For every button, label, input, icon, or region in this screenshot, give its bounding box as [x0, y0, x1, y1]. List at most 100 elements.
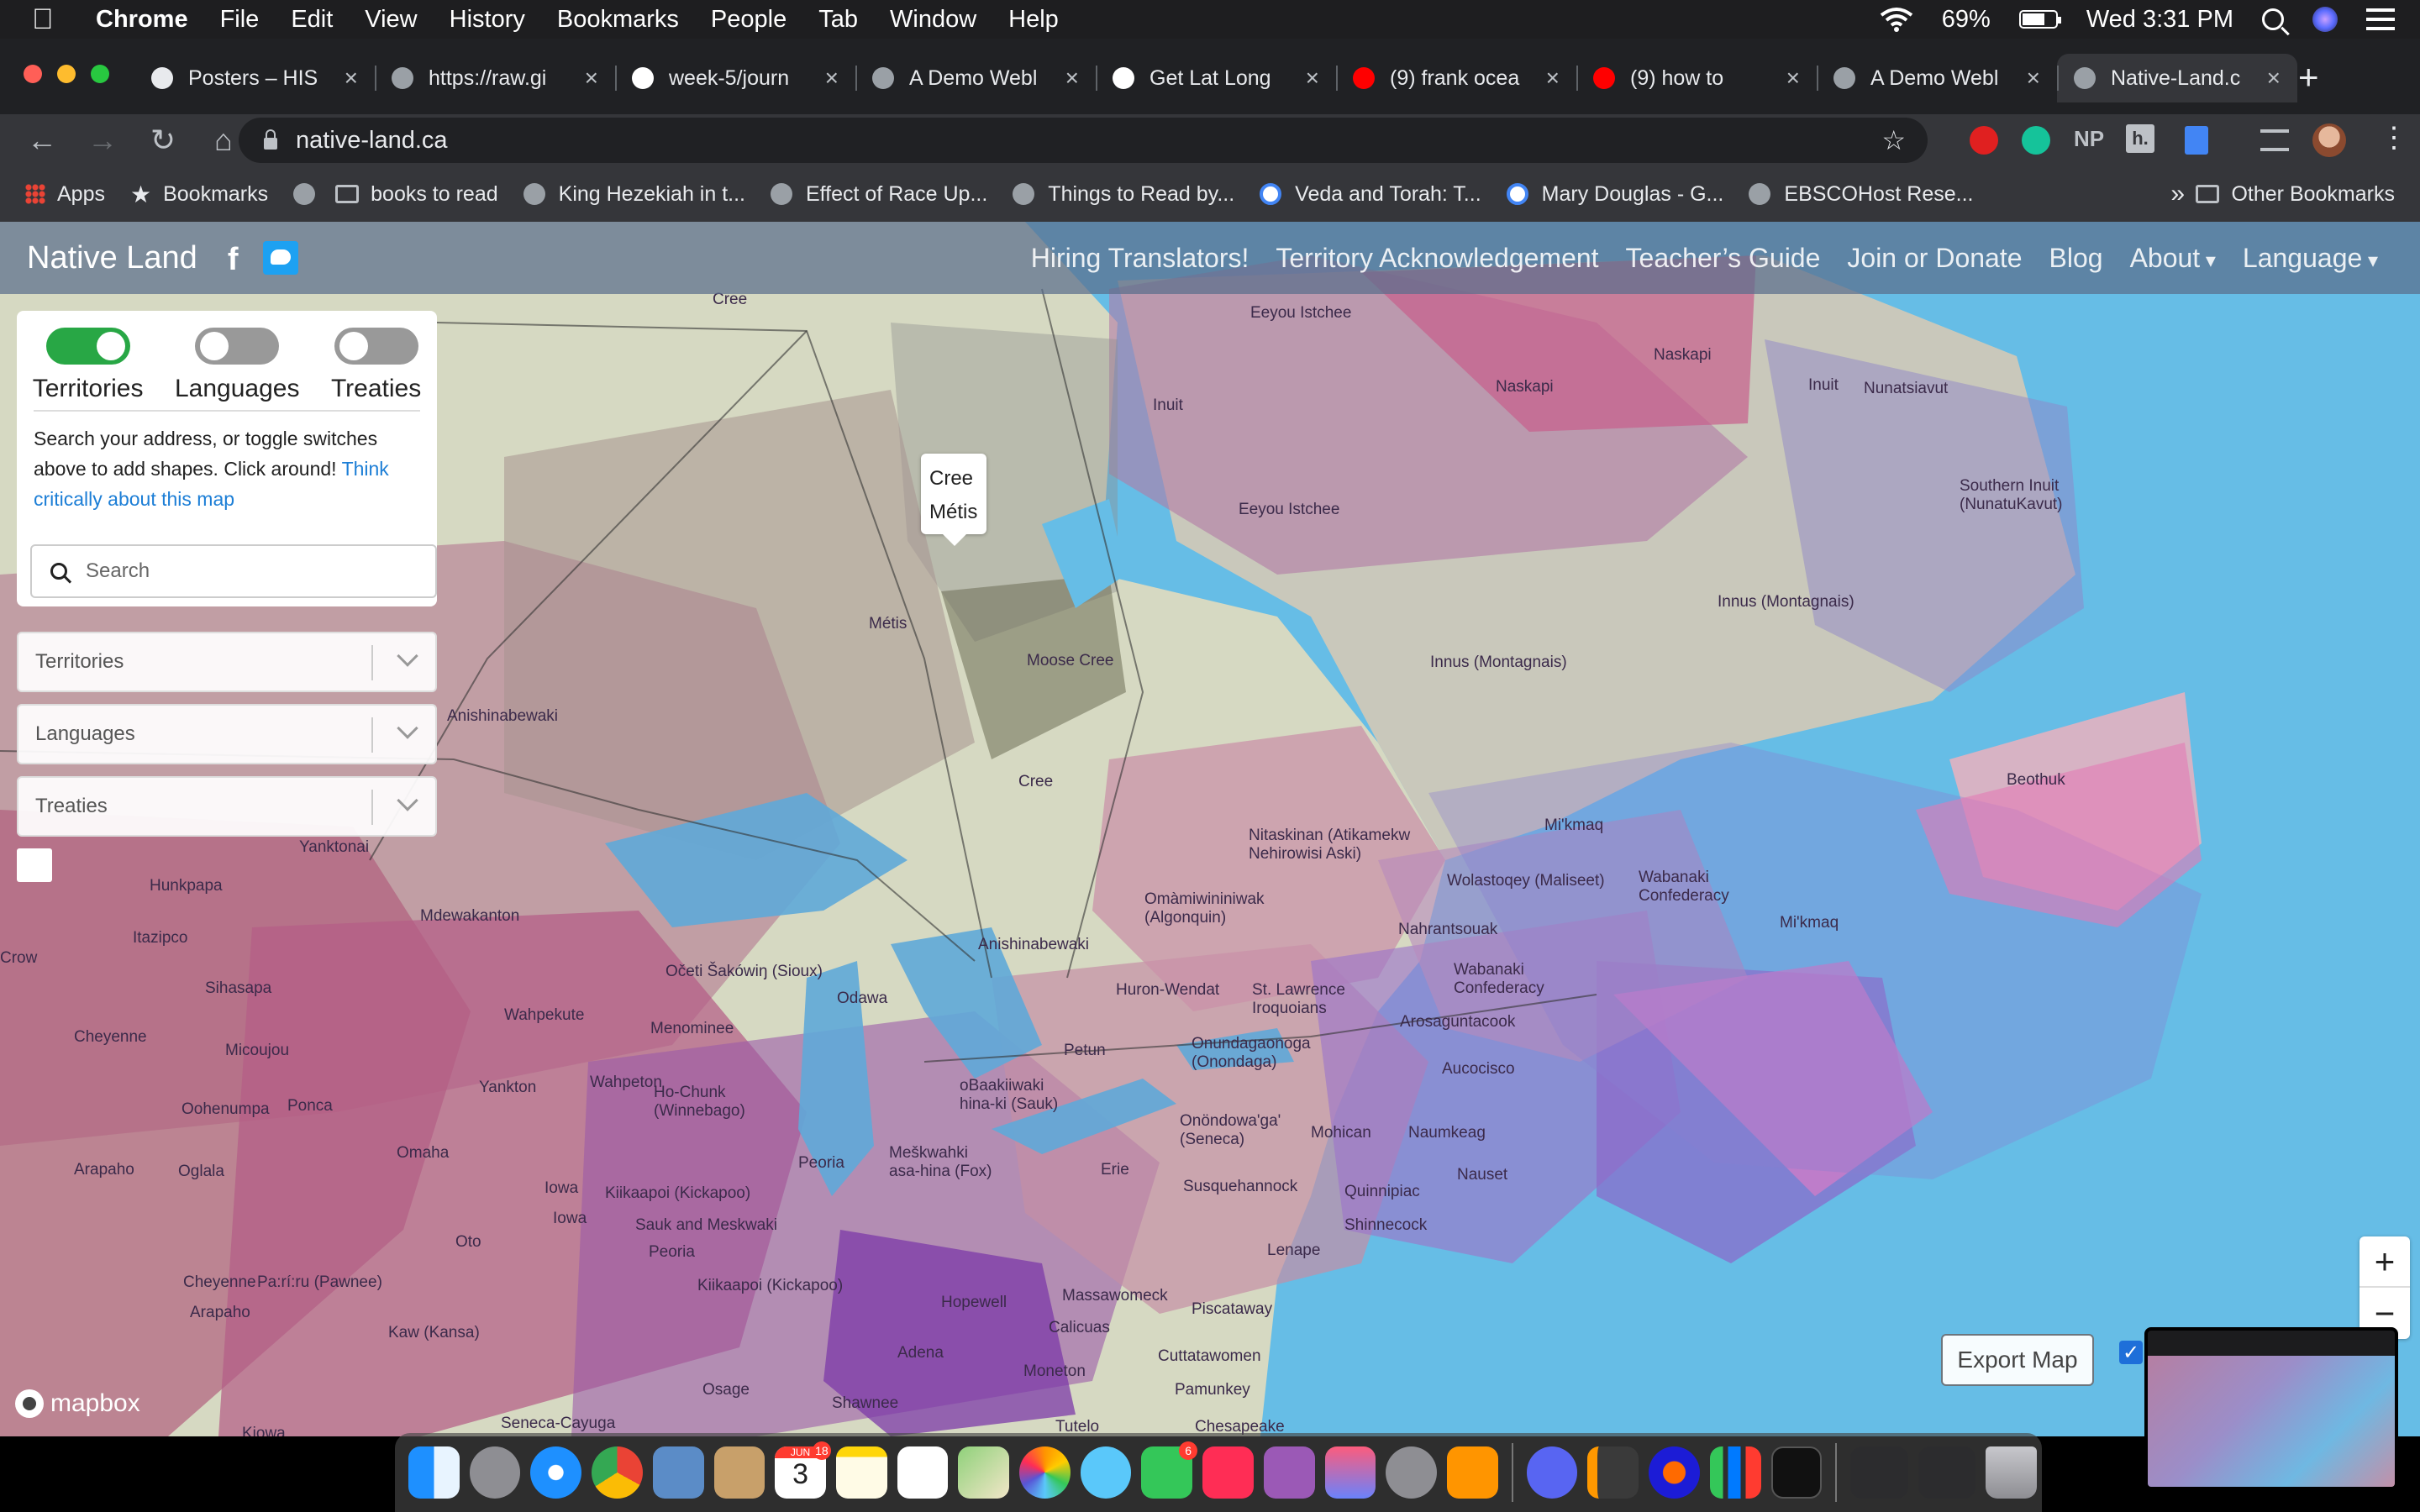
contacts-icon[interactable] — [713, 1446, 765, 1499]
territories-switch[interactable] — [45, 328, 130, 365]
map-label[interactable]: Yanktonai — [299, 838, 369, 857]
map-label[interactable]: Iowa — [553, 1210, 587, 1228]
site-brand[interactable]: Native Land — [27, 240, 197, 276]
books-icon[interactable] — [1446, 1446, 1498, 1499]
map-label[interactable]: Omàmiwininiwak (Algonquin) — [1144, 890, 1279, 927]
map-label[interactable]: Arosaguntacook — [1400, 1013, 1515, 1032]
map-label[interactable]: oBaakiiwaki hina-ki (Sauk) — [960, 1077, 1069, 1114]
chevron-down-icon[interactable] — [397, 790, 418, 811]
spotlight-icon[interactable] — [2262, 8, 2284, 30]
menu-tab[interactable]: Tab — [818, 6, 858, 34]
finder-icon[interactable] — [408, 1446, 460, 1499]
map-label[interactable]: Iowa — [544, 1179, 578, 1198]
tab-close-icon[interactable]: × — [2267, 65, 2281, 92]
map-checkbox[interactable]: ✓ — [2119, 1341, 2143, 1364]
map-label[interactable]: Susquehannock — [1183, 1178, 1297, 1196]
toggle-territories[interactable]: Territories — [33, 328, 143, 403]
home-icon[interactable]: ⌂ — [205, 123, 242, 158]
podcasts-icon[interactable] — [1263, 1446, 1315, 1499]
minimized-window-icon[interactable] — [1918, 1446, 1976, 1499]
music-icon[interactable] — [1324, 1446, 1376, 1499]
menu-app-name[interactable]: Chrome — [96, 6, 188, 34]
map-label[interactable]: Eeyou Istchee — [1239, 501, 1339, 519]
window-zoom-button[interactable] — [91, 65, 109, 83]
news-icon[interactable] — [1202, 1446, 1254, 1499]
window-close-button[interactable] — [24, 65, 42, 83]
adblock-extension-icon[interactable] — [1970, 126, 1998, 155]
map-label[interactable]: Ponca — [287, 1097, 333, 1116]
menu-history[interactable]: History — [450, 6, 525, 34]
map-label[interactable]: Nahrantsouak — [1398, 921, 1497, 939]
np-extension-icon[interactable]: NP — [2074, 126, 2104, 152]
bookmark-bookmarks[interactable]: ★ Bookmarks — [130, 181, 268, 208]
map-label[interactable]: Quinnipiac — [1344, 1183, 1420, 1201]
mapbox-attribution[interactable]: mapbox — [15, 1389, 140, 1418]
map-label[interactable]: Arapaho — [74, 1161, 134, 1179]
map-label[interactable]: Cheyenne — [183, 1273, 256, 1292]
map-label[interactable]: Micoujou — [225, 1042, 289, 1060]
browser-tab[interactable]: A Demo Webl × — [1817, 54, 2057, 102]
profile-avatar[interactable] — [2312, 123, 2346, 157]
browser-tab[interactable]: Get Lat Long × — [1096, 54, 1336, 102]
tab-close-icon[interactable]: × — [1306, 65, 1319, 92]
terminal-icon[interactable] — [1770, 1446, 1823, 1499]
facebook-icon[interactable]: f — [228, 242, 250, 277]
map-label[interactable]: Nitaskinan (Atikamekw Nehirowisi Aski) — [1249, 827, 1459, 864]
bookmarks-overflow-button[interactable]: » — [2170, 180, 2185, 208]
browser-tab[interactable]: Posters – HIS × — [134, 54, 375, 102]
bookmark-things-to-read[interactable]: Things to Read by... — [1013, 182, 1234, 207]
toggle-languages[interactable]: Languages — [175, 328, 299, 403]
map-label[interactable]: Oohenumpa — [182, 1100, 270, 1119]
activity-chart-icon[interactable] — [1709, 1446, 1761, 1499]
reload-icon[interactable]: ↻ — [145, 123, 182, 158]
window-minimize-button[interactable] — [57, 65, 76, 83]
map-label[interactable]: Erie — [1101, 1161, 1129, 1179]
toggle-treaties[interactable]: Treaties — [331, 328, 421, 403]
calendar-icon[interactable]: JUN 3 18 — [775, 1441, 831, 1499]
map-label[interactable]: Nauset — [1457, 1166, 1507, 1184]
languages-dropdown[interactable]: Languages — [17, 704, 437, 764]
map-label[interactable]: Innus (Montagnais) — [1430, 654, 1567, 672]
bookmark-books-to-read[interactable]: books to read — [335, 182, 498, 207]
maps-icon[interactable] — [958, 1446, 1010, 1499]
docs-extension-icon[interactable] — [2185, 126, 2208, 155]
map-label[interactable]: Métis — [869, 615, 907, 633]
browser-tab[interactable]: A Demo Webl × — [855, 54, 1096, 102]
browser-tab[interactable]: https://raw.gi × — [375, 54, 615, 102]
photos-icon[interactable] — [1019, 1446, 1071, 1499]
map-label[interactable]: Hunkpapa — [150, 877, 223, 895]
bookmark-veda-torah[interactable]: Veda and Torah: T... — [1260, 182, 1481, 207]
map-label[interactable]: Oglala — [178, 1163, 224, 1181]
map-label[interactable]: Ho-Chunk (Winnebago) — [654, 1084, 763, 1121]
map-label[interactable]: Kiikaapoi (Kickapoo) — [605, 1184, 750, 1203]
map-label[interactable]: Hopewell — [941, 1294, 1007, 1312]
map-label[interactable]: Piscataway — [1192, 1300, 1272, 1319]
nav-blog[interactable]: Blog — [2049, 243, 2103, 274]
map-label[interactable]: Kiowa — [242, 1425, 286, 1436]
wifi-icon[interactable] — [1880, 7, 1913, 32]
hypothesis-extension-icon[interactable]: h. — [2126, 124, 2154, 153]
chrome-menu-icon[interactable]: ⋮ — [2380, 121, 2408, 155]
menu-people[interactable]: People — [711, 6, 786, 34]
bookmark-star-icon[interactable]: ☆ — [1881, 124, 1906, 156]
map-label[interactable]: Omaha — [397, 1144, 449, 1163]
map-label[interactable]: Yankton — [479, 1079, 536, 1097]
map-label[interactable]: Sihasapa — [205, 979, 271, 998]
map-label[interactable]: Peoria — [649, 1243, 695, 1262]
map-label[interactable]: Cuttatawomen — [1158, 1347, 1261, 1366]
search-placeholder[interactable]: Search — [86, 559, 150, 583]
bookmark-king-hezekiah[interactable]: King Hezekiah in t... — [523, 182, 745, 207]
map-label[interactable]: Mi'kmaq — [1780, 914, 1839, 932]
menu-window[interactable]: Window — [890, 6, 976, 34]
tab-close-icon[interactable]: × — [345, 65, 358, 92]
tab-close-icon[interactable]: × — [1546, 65, 1560, 92]
map-label[interactable]: Crow — [0, 949, 37, 968]
map-label[interactable]: Wolastoqey (Maliseet) — [1447, 872, 1605, 890]
map-label[interactable]: Wabanaki Confederacy — [1454, 961, 1571, 998]
map-label[interactable]: Wahpekute — [504, 1006, 584, 1025]
map-label[interactable]: Eeyou Istchee — [1250, 304, 1351, 323]
menu-view[interactable]: View — [365, 6, 417, 34]
map-label[interactable]: Osage — [702, 1381, 750, 1399]
twitter-icon[interactable] — [262, 241, 298, 275]
nav-teachers-guide[interactable]: Teacher’s Guide — [1626, 243, 1821, 274]
